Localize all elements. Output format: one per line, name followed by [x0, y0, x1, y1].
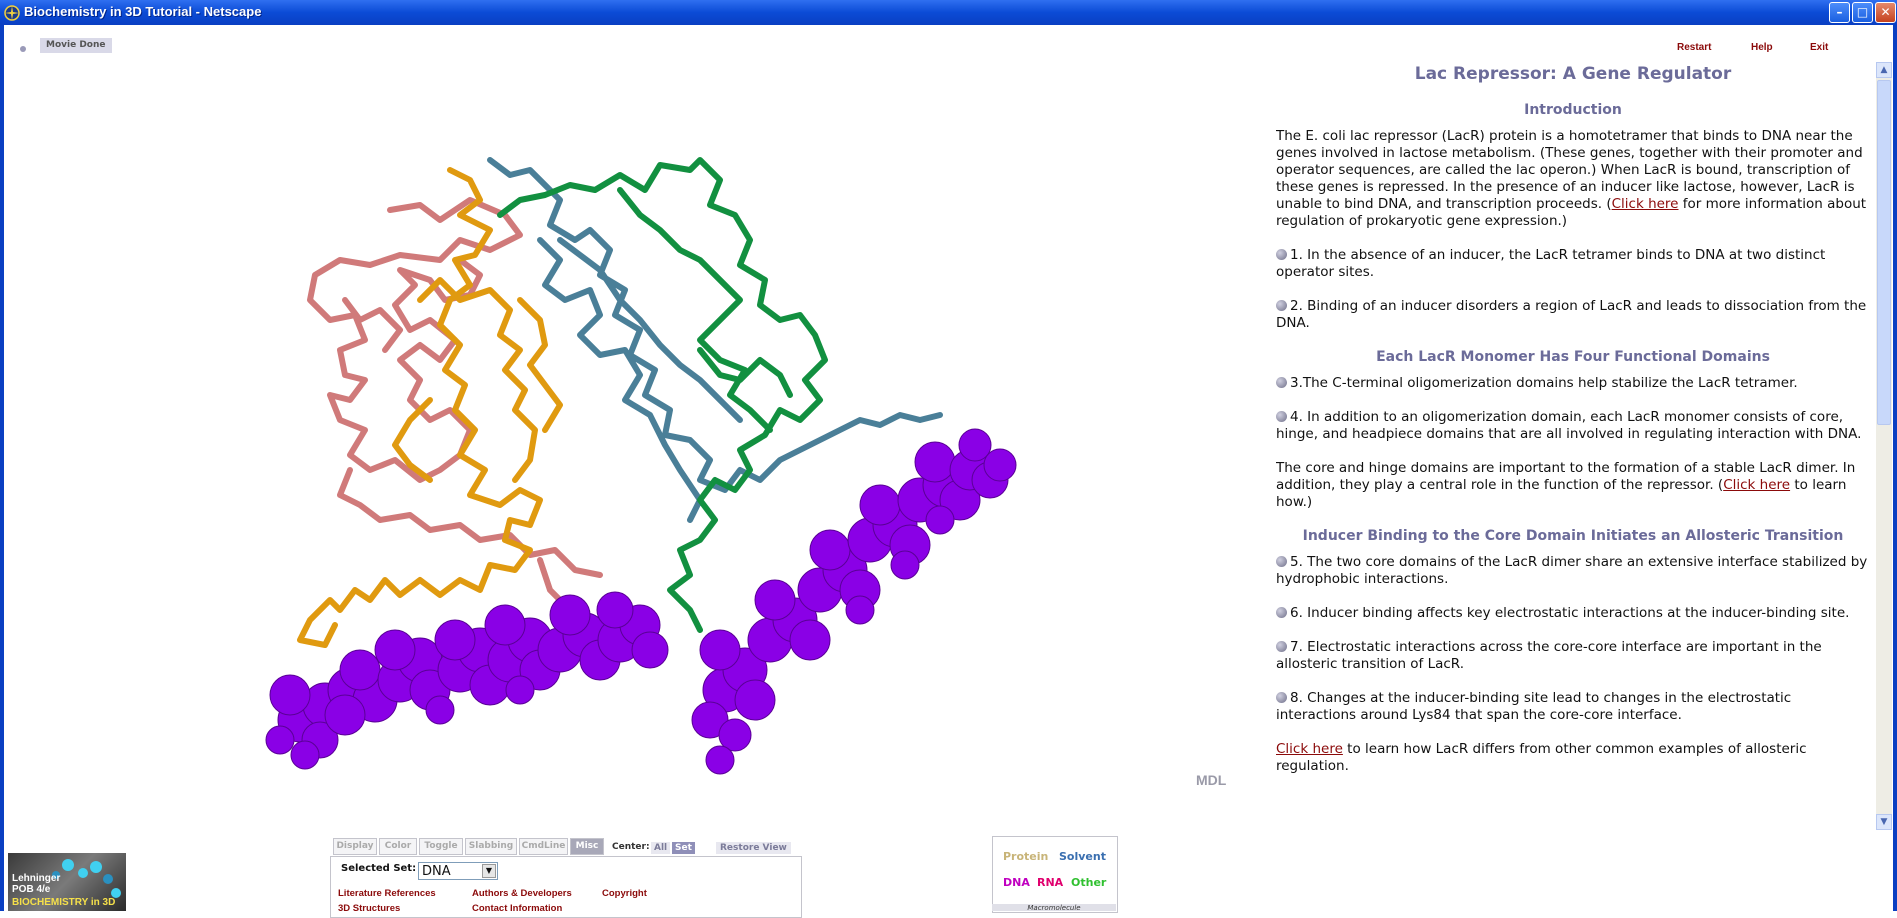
protein-chain-blue	[487, 157, 943, 523]
scroll-up-arrow-icon[interactable]: ▲	[1876, 62, 1892, 78]
legend-rna: RNA	[1037, 876, 1064, 889]
step-8[interactable]: 8. Changes at the inducer-binding site l…	[1276, 690, 1870, 724]
close-button[interactable]: ✕	[1875, 2, 1896, 23]
mdl-watermark: MDL	[1196, 772, 1227, 788]
contact-information-link[interactable]: Contact Information	[472, 903, 562, 914]
selected-set-value: DNA	[422, 864, 451, 879]
authors-developers-link[interactable]: Authors & Developers	[472, 888, 572, 899]
lehninger-logo[interactable]: Lehninger POB 4/e BIOCHEMISTRY in 3D	[8, 853, 126, 911]
section-heading-domains: Each LacR Monomer Has Four Functional Do…	[1376, 349, 1770, 365]
chevron-down-icon[interactable]: ▼	[482, 864, 496, 878]
color-legend	[992, 836, 1118, 913]
scrollbar-thumb[interactable]	[1877, 80, 1891, 425]
intro-paragraph: The E. coli lac repressor (LacR) protein…	[1276, 128, 1867, 229]
legend-dna: DNA	[1003, 876, 1030, 889]
logo-subtitle: BIOCHEMISTRY in 3D	[12, 897, 116, 908]
window-titlebar[interactable]: Biochemistry in 3D Tutorial - Netscape –…	[0, 0, 1897, 25]
protein-chain-orange	[297, 167, 563, 648]
step-5[interactable]: 5. The two core domains of the LacR dime…	[1276, 554, 1870, 588]
exit-link[interactable]: Exit	[1810, 42, 1828, 53]
legend-solvent: Solvent	[1059, 850, 1106, 863]
allosteric-paragraph: Click here to learn how LacR differs fro…	[1276, 741, 1807, 774]
step-3[interactable]: 3.The C-terminal oligomerization domains…	[1276, 375, 1870, 392]
bullet-icon[interactable]	[1276, 411, 1287, 422]
step-7[interactable]: 7. Electrostatic interactions across the…	[1276, 639, 1870, 673]
help-link[interactable]: Help	[1751, 42, 1773, 53]
bullet-icon[interactable]	[1276, 300, 1287, 311]
3d-structures-link[interactable]: 3D Structures	[338, 903, 400, 914]
dna-space-filling	[265, 428, 1017, 775]
tab-toggle[interactable]: Toggle	[419, 838, 463, 855]
tutorial-content-pane: Lac Repressor: A Gene Regulator Introduc…	[1276, 64, 1870, 824]
center-set-button[interactable]: Set	[672, 842, 695, 854]
click-here-link-allosteric[interactable]: Click here	[1276, 741, 1343, 757]
step-4[interactable]: 4. In addition to an oligomerization dom…	[1276, 409, 1870, 443]
step-1[interactable]: 1. In the absence of an inducer, the Lac…	[1276, 247, 1870, 281]
tab-misc[interactable]: Misc	[570, 838, 604, 855]
legend-other: Other	[1071, 876, 1107, 889]
bullet-icon[interactable]	[1276, 692, 1287, 703]
click-here-link-regulation[interactable]: Click here	[1612, 196, 1679, 212]
maximize-button[interactable]: □	[1852, 2, 1873, 23]
bullet-icon[interactable]	[1276, 249, 1287, 260]
tab-display[interactable]: Display	[333, 838, 377, 855]
center-all-button[interactable]: All	[651, 842, 671, 854]
tab-cmdline[interactable]: CmdLine	[519, 838, 568, 855]
section-heading-introduction: Introduction	[1524, 102, 1622, 118]
restore-view-button[interactable]: Restore View	[716, 842, 791, 854]
click-here-link-dimer[interactable]: Click here	[1723, 477, 1790, 493]
minimize-button[interactable]: –	[1829, 2, 1850, 23]
section-heading-inducer: Inducer Binding to the Core Domain Initi…	[1302, 528, 1844, 544]
restart-link[interactable]: Restart	[1677, 42, 1711, 53]
bullet-icon[interactable]	[1276, 556, 1287, 567]
movie-status-button[interactable]: Movie Done	[40, 38, 112, 53]
movie-indicator-icon	[20, 46, 26, 52]
logo-text: Lehninger POB 4/e	[12, 873, 61, 895]
bullet-icon[interactable]	[1276, 641, 1287, 652]
tab-color[interactable]: Color	[379, 838, 417, 855]
netscape-app-icon	[4, 5, 20, 21]
tab-slabbing[interactable]: Slabbing	[465, 838, 517, 855]
selected-set-label: Selected Set:	[341, 863, 417, 874]
step-2[interactable]: 2. Binding of an inducer disorders a reg…	[1276, 298, 1870, 332]
step-6[interactable]: 6. Inducer binding affects key electrost…	[1276, 605, 1870, 622]
scroll-down-arrow-icon[interactable]: ▼	[1876, 814, 1892, 830]
content-scrollbar[interactable]: ▲ ▼	[1876, 62, 1892, 830]
copyright-link[interactable]: Copyright	[602, 888, 647, 899]
selected-set-select[interactable]: DNA ▼	[418, 862, 498, 880]
molecule-3d-viewer[interactable]	[0, 120, 1060, 780]
literature-references-link[interactable]: Literature References	[338, 888, 436, 899]
core-hinge-paragraph: The core and hinge domains are important…	[1276, 460, 1856, 510]
bullet-icon[interactable]	[1276, 607, 1287, 618]
window-title: Biochemistry in 3D Tutorial - Netscape	[24, 4, 262, 19]
bullet-icon[interactable]	[1276, 377, 1287, 388]
legend-protein: Protein	[1003, 850, 1049, 863]
legend-footer: Macromolecule	[992, 904, 1116, 911]
center-label: Center:	[612, 842, 650, 852]
page-title: Lac Repressor: A Gene Regulator	[1414, 64, 1732, 84]
